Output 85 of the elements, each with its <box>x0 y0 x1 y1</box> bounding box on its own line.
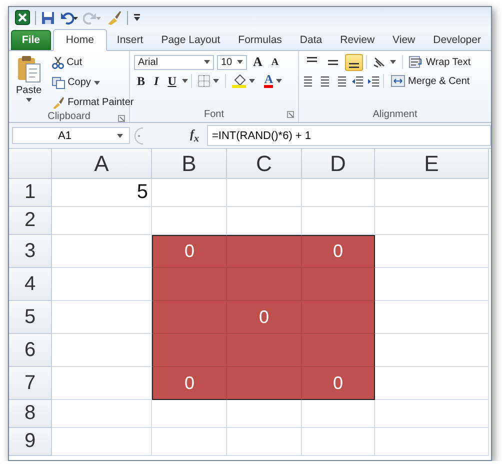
save-icon[interactable] <box>41 10 55 24</box>
excel-logo-icon[interactable] <box>15 10 30 25</box>
align-right-icon[interactable] <box>335 75 347 87</box>
caret-icon <box>249 79 256 83</box>
font-color-button[interactable]: A <box>261 72 286 90</box>
ribbon-tab[interactable]: Page Layout <box>153 30 228 50</box>
row-header[interactable]: 6 <box>9 334 52 367</box>
increase-indent-icon[interactable] <box>367 75 379 87</box>
column-header[interactable]: A <box>52 149 152 179</box>
table-cell: 0 <box>227 301 302 334</box>
ribbon-tab[interactable]: Data <box>292 30 330 50</box>
formula-field[interactable]: =INT(RAND()*6) + 1 <box>207 125 491 146</box>
caret-icon <box>237 60 243 64</box>
caret-icon <box>213 79 220 83</box>
cut-button[interactable]: Cut <box>48 54 86 71</box>
borders-icon <box>198 75 210 87</box>
table-cell: 5 <box>52 179 152 207</box>
customize-icon[interactable] <box>133 12 141 22</box>
splitter-handle-icon[interactable] <box>134 126 144 144</box>
group-label: Alignment <box>372 109 418 120</box>
caret-icon <box>26 98 32 102</box>
merge-center-button[interactable]: Merge & Cent <box>388 72 473 90</box>
align-left-icon[interactable] <box>303 75 315 87</box>
group-label: Clipboard <box>48 111 90 122</box>
align-top-icon <box>307 57 317 62</box>
insert-function-button[interactable]: f$_{x}$ <box>190 126 199 144</box>
group-label: Font <box>204 109 224 120</box>
column-header[interactable]: C <box>227 149 302 179</box>
align-middle-icon <box>328 60 338 65</box>
paste-button[interactable]: Paste <box>13 54 45 106</box>
column-header[interactable]: E <box>375 149 489 179</box>
align-center-icon[interactable] <box>319 75 331 87</box>
copy-icon <box>52 76 65 88</box>
file-tab[interactable]: File <box>11 30 51 50</box>
grow-font-button[interactable]: A <box>250 54 266 70</box>
row-header[interactable]: 1 <box>9 179 52 207</box>
row-header[interactable]: 8 <box>9 400 52 428</box>
column-header[interactable]: D <box>302 149 375 179</box>
merge-cells-icon <box>391 75 405 87</box>
caret-icon <box>182 79 188 83</box>
align-button[interactable] <box>345 54 363 70</box>
caret-icon <box>276 79 282 83</box>
format-painter-button[interactable]: Format Painter <box>48 94 137 111</box>
brush-icon[interactable] <box>106 10 122 25</box>
caret-icon <box>117 134 123 138</box>
row-header[interactable]: 7 <box>9 367 52 400</box>
ribbon-tab[interactable]: View <box>384 30 424 50</box>
brush-icon <box>52 96 65 108</box>
decrease-indent-icon[interactable] <box>351 75 363 87</box>
angled-text-icon <box>373 56 387 68</box>
ribbon-tab[interactable]: Home <box>52 29 107 51</box>
ribbon-tab[interactable]: Insert <box>108 30 152 50</box>
wrap-text-button[interactable]: Wrap Text <box>406 54 474 70</box>
caret-icon <box>390 60 396 64</box>
table-cell: 0 <box>302 235 375 268</box>
ribbon-tab[interactable]: Review <box>332 30 383 50</box>
table-cell: 0 <box>152 367 227 400</box>
table-cell: 0 <box>152 235 227 268</box>
row-header[interactable]: 9 <box>9 428 52 456</box>
font-name-field[interactable]: Arial <box>134 54 214 70</box>
undo-icon[interactable] <box>60 10 78 24</box>
font-size-field[interactable]: 10 <box>217 54 247 70</box>
bold-button[interactable]: B <box>134 72 148 90</box>
table-cell: 0 <box>302 367 375 400</box>
row-header[interactable]: 5 <box>9 301 52 334</box>
ribbon-tab[interactable]: Developer <box>425 30 489 50</box>
column-header[interactable]: B <box>152 149 227 179</box>
caret-icon <box>94 80 100 84</box>
row-header[interactable]: 3 <box>9 235 52 268</box>
wrap-text-icon <box>409 56 423 68</box>
name-box[interactable]: A1 <box>12 127 130 144</box>
row-header[interactable]: 2 <box>9 207 52 235</box>
dialog-launcher-icon[interactable] <box>287 111 294 118</box>
dialog-launcher-icon[interactable] <box>118 115 125 122</box>
ribbon-tab[interactable]: Formulas <box>230 30 290 50</box>
underline-button[interactable]: U <box>164 72 180 90</box>
caret-icon <box>204 60 210 64</box>
clipboard-icon <box>16 55 41 83</box>
row-header[interactable]: 4 <box>9 268 52 301</box>
paint-bucket-icon <box>232 74 246 88</box>
scissors-icon <box>52 56 64 68</box>
copy-button[interactable]: Copy <box>48 74 103 91</box>
italic-button[interactable]: I <box>151 72 162 90</box>
align-bottom-icon <box>349 63 359 68</box>
shrink-font-button[interactable]: A <box>268 54 282 70</box>
